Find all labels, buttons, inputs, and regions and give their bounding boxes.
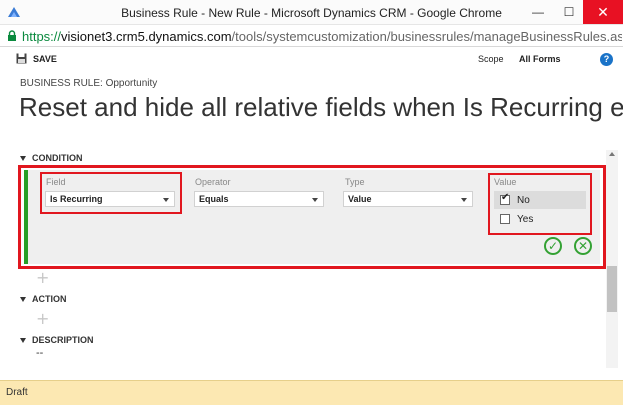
value-option-label: Yes	[517, 213, 534, 225]
checkbox-unchecked-icon[interactable]	[500, 214, 510, 224]
action-header-label: ACTION	[32, 294, 67, 304]
description-value[interactable]: --	[36, 347, 43, 359]
scroll-up-arrow-icon[interactable]	[609, 152, 615, 156]
command-bar: SAVE Scope All Forms ?	[0, 48, 623, 72]
maximize-button[interactable]: ☐	[551, 0, 587, 24]
value-option-label: No	[517, 194, 530, 206]
field-select[interactable]: Is Recurring	[45, 191, 175, 207]
rule-title[interactable]: Reset and hide all relative fields when …	[19, 92, 623, 123]
url-host: visionet3.crm5.dynamics.com	[61, 29, 232, 44]
description-section-header[interactable]: DESCRIPTION	[20, 335, 94, 345]
value-label: Value	[494, 177, 517, 187]
vertical-scrollbar[interactable]	[606, 150, 618, 368]
description-header-label: DESCRIPTION	[32, 335, 94, 345]
chevron-down-icon	[461, 198, 467, 202]
help-icon[interactable]: ?	[600, 53, 613, 66]
business-rule-entity: BUSINESS RULE: Opportunity	[20, 78, 158, 89]
discard-x-icon[interactable]: ✕	[574, 237, 592, 255]
field-value: Is Recurring	[50, 194, 103, 204]
add-condition-plus-icon[interactable]: +	[36, 268, 49, 287]
url-scheme: https://	[22, 29, 62, 44]
close-button[interactable]: ✕	[583, 0, 623, 24]
save-button[interactable]: SAVE	[16, 53, 57, 64]
type-label: Type	[345, 177, 365, 187]
value-option-no[interactable]: No	[494, 191, 586, 209]
collapse-triangle-icon	[20, 296, 26, 302]
window-titlebar: Business Rule - New Rule - Microsoft Dyn…	[0, 0, 623, 25]
status-bar: Draft	[0, 380, 623, 405]
type-select[interactable]: Value	[343, 191, 473, 207]
add-action-plus-icon[interactable]: +	[36, 309, 49, 328]
confirm-check-icon[interactable]: ✓	[544, 237, 562, 255]
chevron-down-icon	[312, 198, 318, 202]
scrollbar-thumb[interactable]	[607, 266, 617, 312]
scope-label: Scope	[478, 54, 504, 64]
url-path: /tools/systemcustomization/businessrules…	[231, 29, 622, 44]
action-section-header[interactable]: ACTION	[20, 294, 67, 304]
scope-select[interactable]: All Forms	[519, 54, 561, 64]
operator-value: Equals	[199, 194, 229, 204]
status-text: Draft	[6, 387, 28, 398]
url-text[interactable]: https://visionet3.crm5.dynamics.com/tool…	[22, 29, 622, 44]
collapse-triangle-icon	[20, 337, 26, 343]
floppy-disk-icon	[16, 53, 27, 64]
operator-select[interactable]: Equals	[194, 191, 324, 207]
chevron-down-icon	[163, 198, 169, 202]
lock-icon	[8, 30, 16, 41]
condition-header-label: CONDITION	[32, 153, 83, 163]
field-label: Field	[46, 177, 66, 187]
collapse-triangle-icon	[20, 155, 26, 161]
condition-section-header[interactable]: CONDITION	[20, 153, 83, 163]
operator-label: Operator	[195, 177, 231, 187]
checkbox-checked-icon[interactable]	[500, 192, 510, 205]
value-option-list: No Yes	[494, 190, 586, 230]
type-value: Value	[348, 194, 372, 204]
save-label: SAVE	[33, 53, 57, 64]
address-bar[interactable]: https://visionet3.crm5.dynamics.com/tool…	[0, 25, 623, 47]
value-option-yes[interactable]: Yes	[494, 210, 586, 228]
